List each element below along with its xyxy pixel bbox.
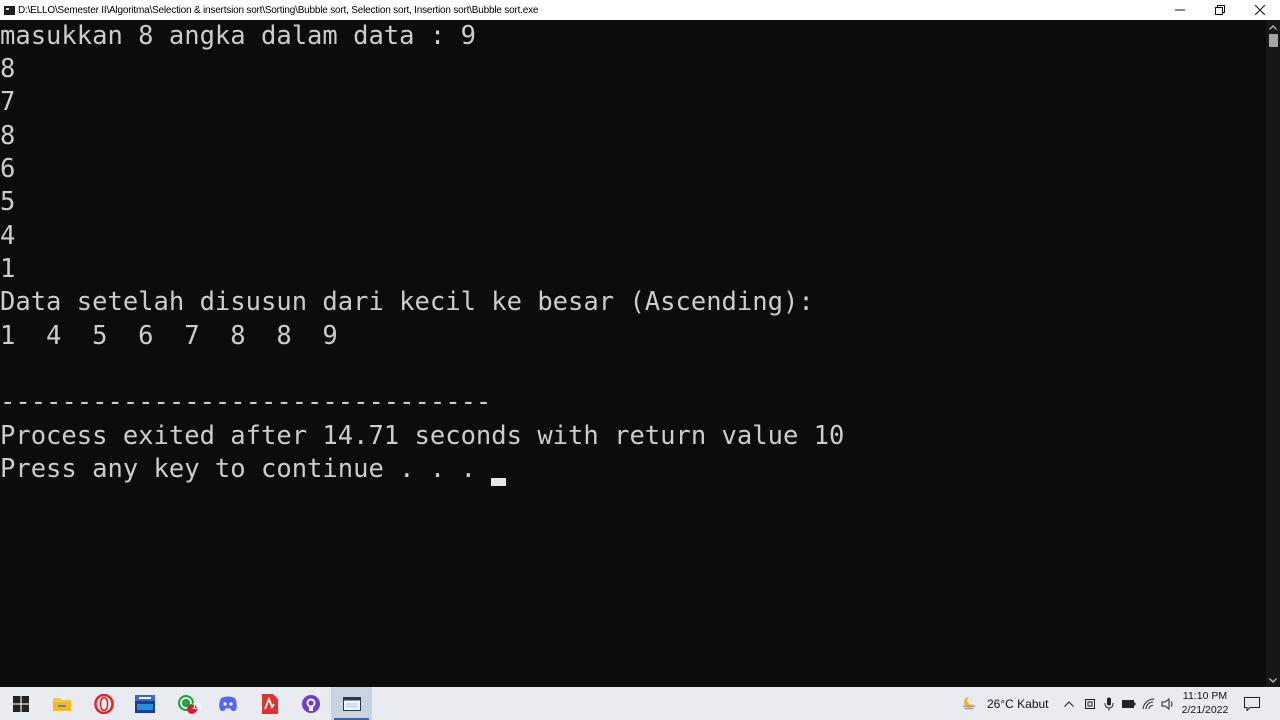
chevron-up-icon	[1269, 24, 1277, 30]
device-icon	[1085, 699, 1095, 709]
text-cursor	[491, 478, 506, 486]
restore-button[interactable]	[1200, 0, 1240, 20]
tray-battery-icon[interactable]	[1121, 696, 1137, 712]
console-line: 1	[0, 254, 16, 284]
close-icon	[1255, 5, 1265, 15]
weather-text[interactable]: 26°C Kabut	[987, 697, 1049, 711]
console-line: Press any key to continue . . .	[0, 454, 492, 484]
console-line: Process exited after 14.71 seconds with …	[0, 421, 845, 451]
close-button[interactable]	[1240, 0, 1280, 20]
console-line: 8	[0, 121, 16, 151]
clock-date: 2/21/2022	[1181, 704, 1229, 716]
console-line: 6	[0, 154, 16, 184]
window-controls	[1160, 0, 1280, 20]
moon-cloud-icon	[962, 696, 976, 710]
chevron-down-icon	[1269, 677, 1277, 683]
devcpp-icon	[134, 694, 155, 713]
clock-time: 11:10 PM	[1182, 690, 1228, 702]
tray-device-icon[interactable]	[1082, 696, 1098, 712]
scroll-up-button[interactable]	[1266, 20, 1280, 34]
notification-center-button[interactable]	[1244, 696, 1260, 712]
tray-wifi-icon[interactable]	[1141, 696, 1157, 712]
opera-icon	[93, 693, 114, 714]
console-line: --------------------------------	[0, 387, 492, 417]
taskbar-whatsapp[interactable]: 16	[166, 687, 207, 720]
minimize-icon	[1175, 9, 1185, 11]
scroll-thumb[interactable]	[1269, 34, 1278, 47]
window-title: D:\ELLO\Semester II\Algoritma\Selection …	[18, 4, 539, 16]
taskbar-clock[interactable]: 11:10 PM 2/21/2022	[1178, 689, 1232, 717]
folder-icon	[52, 697, 71, 711]
console-line: 8	[0, 54, 16, 84]
taskbar-opera[interactable]	[83, 687, 124, 720]
console-line: 1 4 5 6 7 8 8 9	[0, 321, 338, 351]
console-output[interactable]: masukkan 8 angka dalam data : 9 8 7 8 6 …	[0, 20, 1266, 687]
scroll-down-button[interactable]	[1266, 673, 1280, 687]
taskbar-discord[interactable]	[207, 687, 248, 720]
weather-icon[interactable]	[961, 695, 977, 711]
tray-volume-icon[interactable]	[1160, 696, 1176, 712]
microphone-icon	[1104, 697, 1114, 711]
notification-icon	[1244, 697, 1260, 711]
whatsapp-badge: 16	[192, 702, 201, 711]
restore-icon	[1215, 5, 1225, 15]
battery-icon	[1122, 700, 1136, 708]
taskbar: 16 26°C Kabut 11:10 PM 2/21/2022	[0, 687, 1280, 720]
taskbar-dev-cpp[interactable]	[124, 687, 165, 720]
console-line: 5	[0, 187, 16, 217]
taskbar-wps-office[interactable]	[248, 687, 289, 720]
console-icon	[342, 696, 361, 711]
console-line: 7	[0, 87, 16, 117]
vertical-scrollbar[interactable]	[1266, 20, 1280, 687]
show-hidden-icons-button[interactable]	[1061, 696, 1077, 712]
taskbar-file-explorer[interactable]	[41, 687, 82, 720]
discord-icon	[218, 696, 237, 711]
tray-microphone-icon[interactable]	[1101, 696, 1117, 712]
taskbar-github-desktop[interactable]	[290, 687, 331, 720]
console-line: 4	[0, 221, 16, 251]
windows-icon	[12, 695, 29, 712]
console-line: Data setelah disusun dari kecil ke besar…	[0, 287, 814, 317]
chevron-up-icon	[1064, 701, 1074, 707]
wps-icon	[261, 693, 278, 714]
console-app-icon	[4, 5, 15, 15]
github-icon	[301, 694, 320, 713]
console-line: masukkan 8 angka dalam data : 9	[0, 21, 476, 51]
start-button[interactable]	[0, 687, 41, 720]
taskbar-console-window[interactable]	[331, 687, 372, 720]
minimize-button[interactable]	[1160, 0, 1200, 20]
window-title-bar[interactable]: D:\ELLO\Semester II\Algoritma\Selection …	[0, 0, 1280, 20]
wifi-icon	[1142, 698, 1155, 710]
volume-icon	[1161, 698, 1173, 710]
